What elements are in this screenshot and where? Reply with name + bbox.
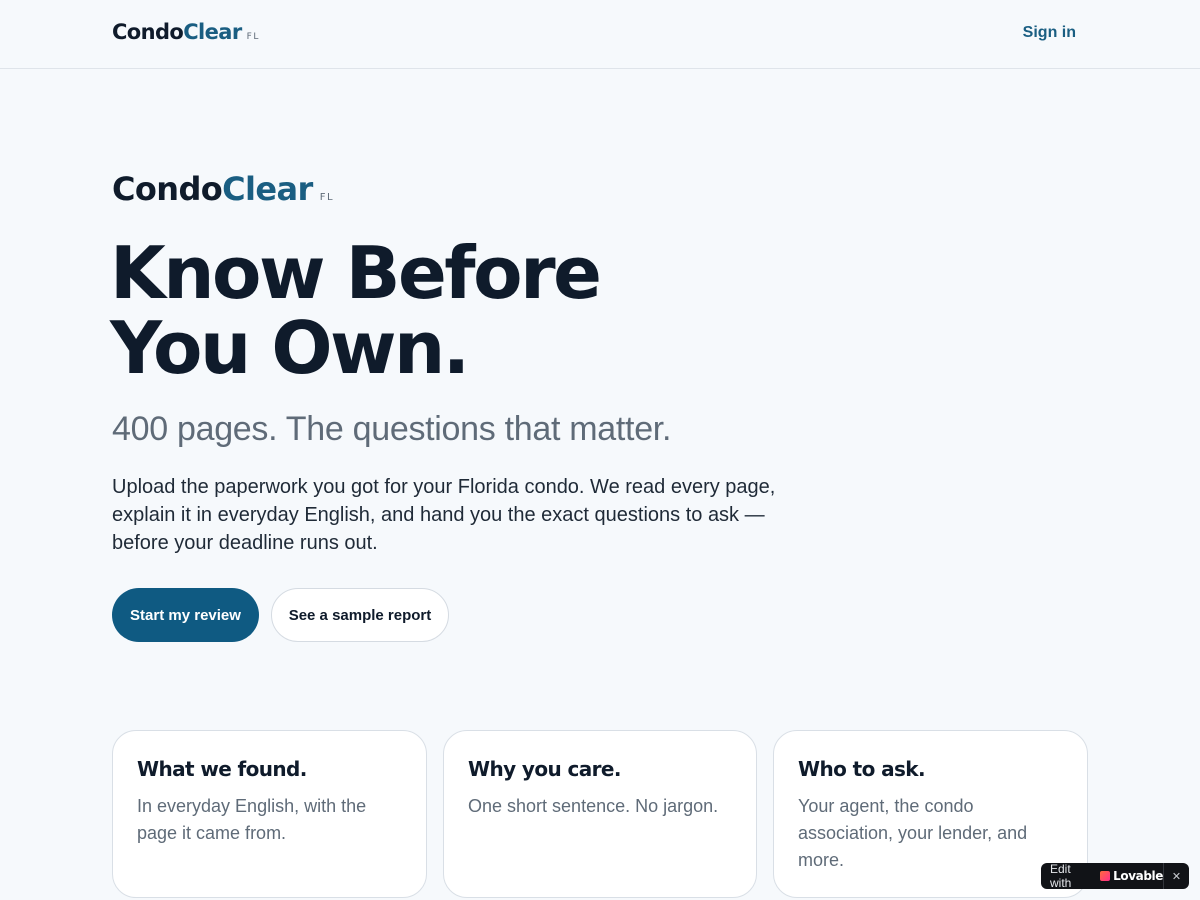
- card-title: Who to ask.: [798, 757, 926, 781]
- card-description: One short sentence. No jargon.: [468, 796, 719, 816]
- logo-state-suffix: FL: [246, 32, 261, 42]
- sign-in-link[interactable]: Sign in: [1023, 24, 1076, 42]
- badge-edit-label: Edit with: [1050, 862, 1072, 890]
- card-description: Your agent, the condo association, your …: [798, 796, 1028, 870]
- edit-with-lovable-badge: Edit with Lovable ✕: [1041, 862, 1189, 890]
- headline-line-1: Know Before: [110, 231, 602, 315]
- card-title: What we found.: [137, 757, 307, 781]
- start-review-button[interactable]: Start my review: [112, 588, 259, 642]
- feature-card-why-you-care: Why you care. One short sentence. No jar…: [443, 730, 757, 898]
- card-description: In everyday English, with the page it ca…: [137, 796, 367, 843]
- sample-report-button[interactable]: See a sample report: [271, 588, 449, 642]
- hero-logo-clear-text: Clear: [222, 170, 313, 208]
- lovable-heart-icon: [1100, 871, 1111, 881]
- headline-line-2: You Own.: [110, 306, 470, 390]
- logo-condo-text: Condo: [112, 20, 184, 44]
- hero-description: Upload the paperwork you got for your Fl…: [112, 476, 776, 554]
- edit-with-lovable-link[interactable]: Edit with Lovable: [1041, 862, 1163, 890]
- hero-subhead: 400 pages. The questions that matter.: [112, 410, 672, 448]
- logo-clear-text: Clear: [183, 20, 242, 44]
- header-logo[interactable]: Condo Clear FL: [112, 20, 260, 44]
- hero-logo: Condo Clear FL: [112, 170, 334, 208]
- hero-headline: Know Before You Own.: [110, 236, 810, 386]
- close-icon[interactable]: ✕: [1164, 870, 1189, 883]
- hero-logo-condo-text: Condo: [112, 170, 223, 208]
- card-title: Why you care.: [468, 757, 621, 781]
- feature-card-what-we-found: What we found. In everyday English, with…: [112, 730, 427, 898]
- top-navigation-bar: Condo Clear FL Sign in: [0, 0, 1200, 69]
- hero-logo-state-suffix: FL: [319, 192, 335, 203]
- badge-brand-label: Lovable: [1113, 869, 1163, 883]
